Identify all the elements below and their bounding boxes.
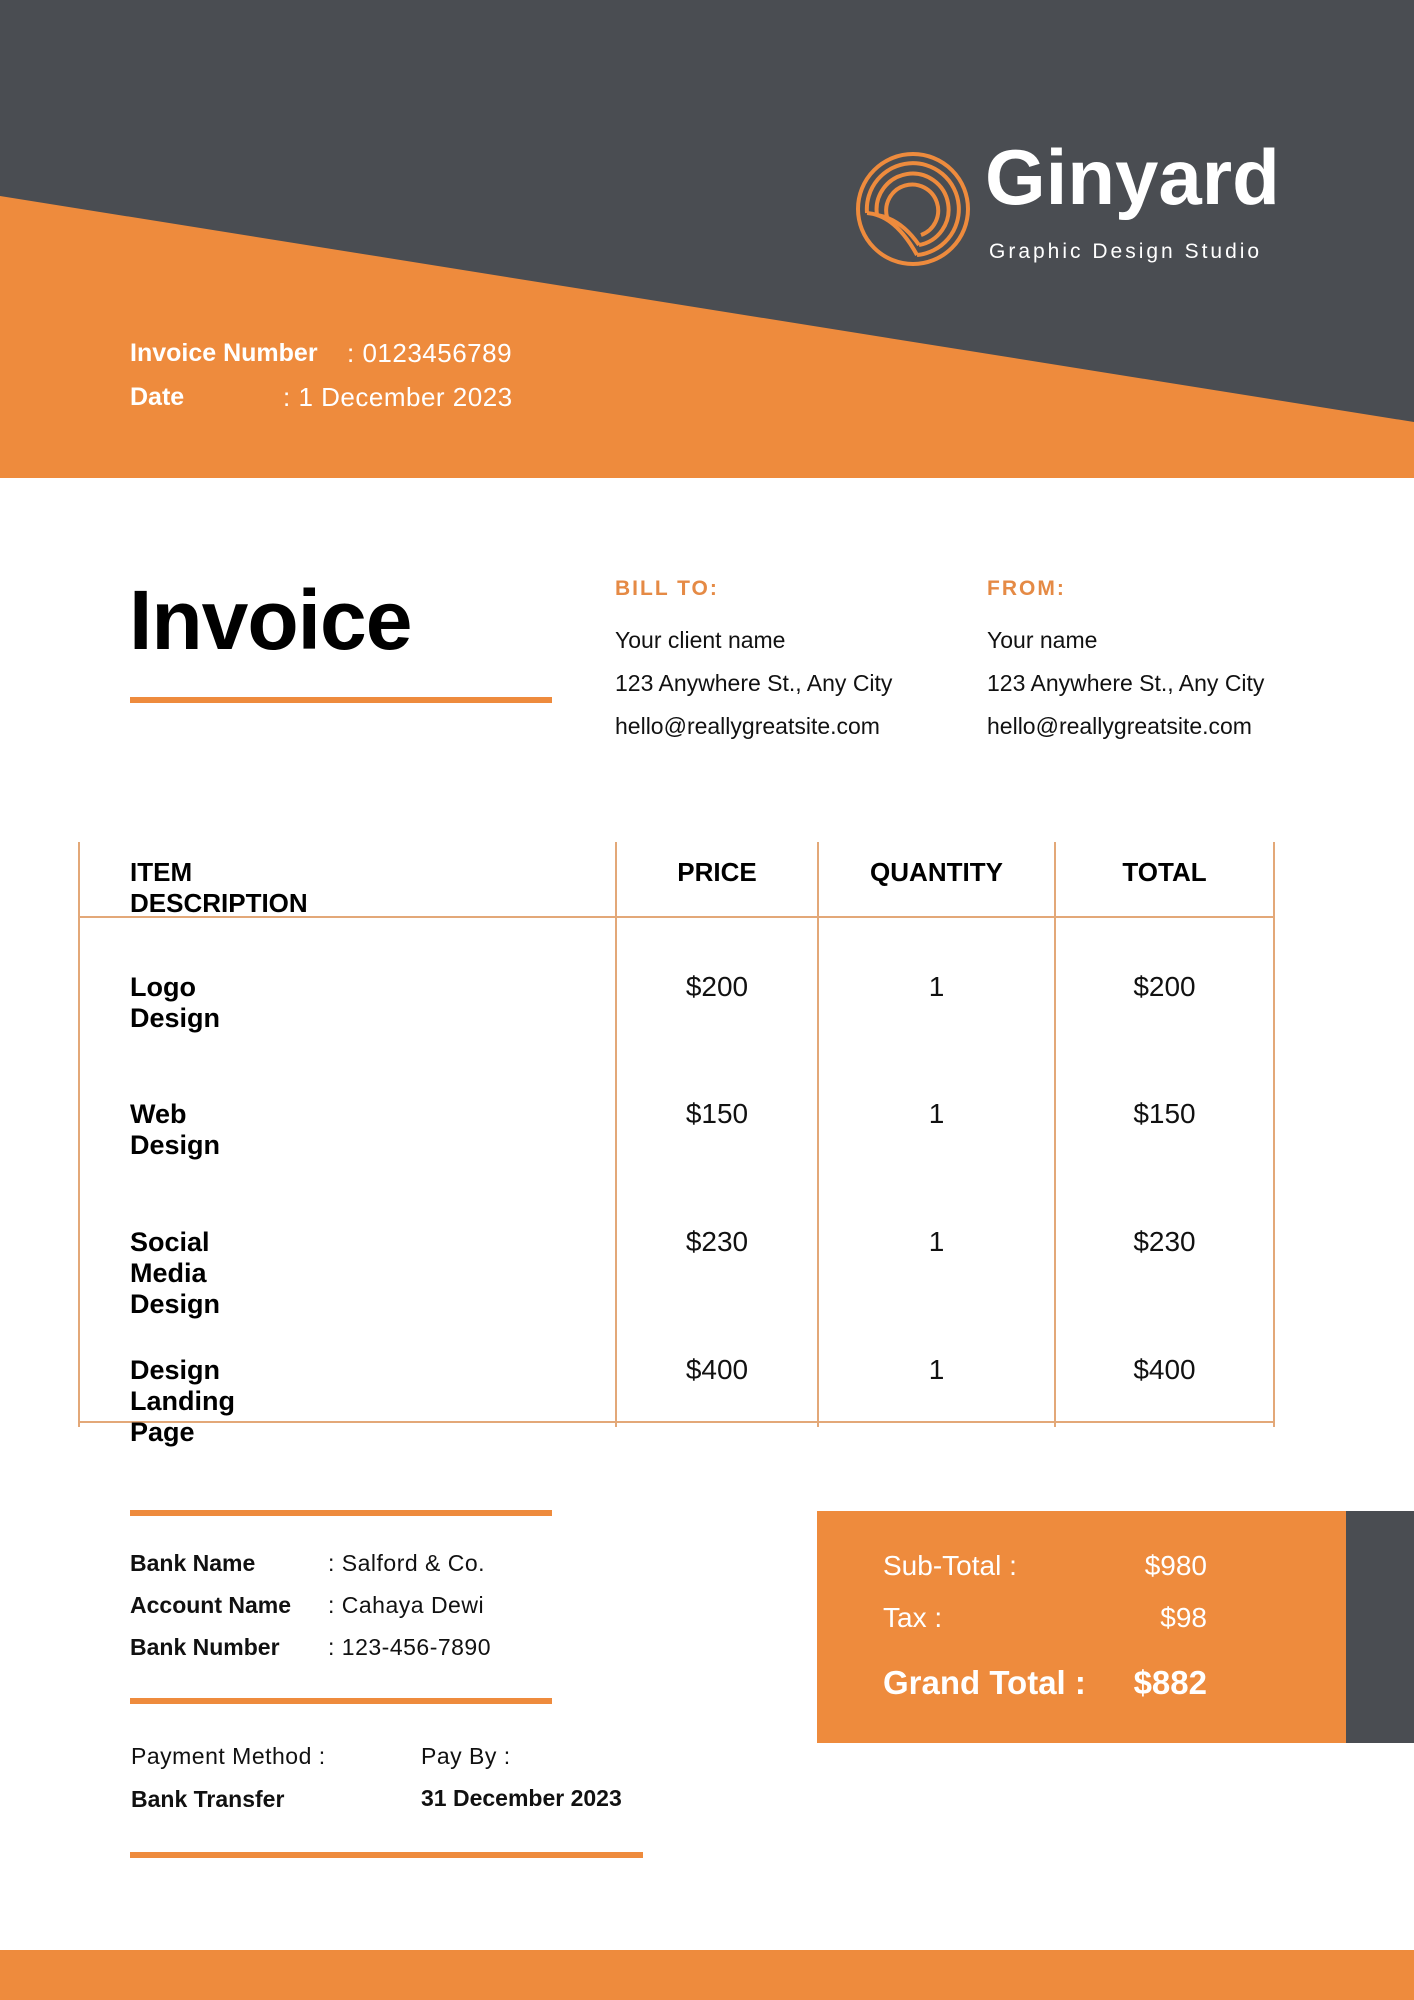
from-address: 123 Anywhere St., Any City	[987, 670, 1265, 696]
bank-bottom-rule	[130, 1698, 552, 1704]
row-total: $150	[1133, 1098, 1196, 1129]
subtotal-label: Sub-Total :	[883, 1550, 1017, 1581]
row-description: Logo Design	[130, 972, 221, 1033]
bank-name-value: : Salford & Co.	[328, 1550, 486, 1576]
concentric-arcs-icon	[856, 152, 970, 266]
row-quantity: 1	[928, 971, 945, 1002]
row-description: Web Design	[130, 1099, 221, 1160]
from-email: hello@reallygreatsite.com	[987, 713, 1252, 739]
table-border-right	[1273, 842, 1275, 1427]
table-divider-total	[1054, 842, 1056, 1427]
bill-to-name: Your client name	[615, 627, 786, 653]
column-header-description: ITEM DESCRIPTION	[130, 857, 308, 918]
header-banner: Ginyard Graphic Design Studio Invoice Nu…	[0, 0, 1414, 478]
bill-to-address: 123 Anywhere St., Any City	[615, 670, 893, 696]
payment-bottom-rule	[130, 1852, 643, 1858]
row-quantity: 1	[928, 1098, 945, 1129]
date-label: Date	[130, 383, 185, 411]
payment-method-label: Payment Method :	[131, 1743, 326, 1769]
row-quantity: 1	[928, 1354, 945, 1385]
row-price: $400	[685, 1354, 749, 1385]
bill-to-heading: BILL TO:	[615, 577, 719, 600]
row-price: $200	[685, 971, 749, 1002]
table-divider-price	[615, 842, 617, 1427]
grand-total-label: Grand Total :	[883, 1664, 1086, 1701]
invoice-number-value: : 0123456789	[347, 338, 513, 368]
row-price: $150	[685, 1098, 749, 1129]
payment-method-value: Bank Transfer	[131, 1786, 285, 1812]
row-quantity: 1	[928, 1226, 945, 1257]
row-description: Design Landing Page	[130, 1355, 235, 1447]
invoice-number-label: Invoice Number	[130, 339, 318, 367]
account-name-label: Account Name	[130, 1592, 292, 1618]
tax-value: $98	[1160, 1602, 1207, 1633]
row-total: $400	[1133, 1354, 1196, 1385]
row-description: Social Media Design	[130, 1227, 221, 1319]
row-price: $230	[685, 1226, 749, 1257]
footer-bar	[0, 1950, 1414, 2000]
table-bottom-rule	[78, 1421, 1275, 1423]
grand-total-value: $882	[1133, 1664, 1207, 1701]
bank-top-rule	[130, 1510, 552, 1516]
totals-accent-bar	[1346, 1511, 1414, 1743]
account-name-value: : Cahaya Dewi	[328, 1592, 485, 1618]
bank-number-label: Bank Number	[130, 1634, 280, 1660]
bill-to-email: hello@reallygreatsite.com	[615, 713, 880, 739]
bank-number-value: : 123-456-7890	[328, 1634, 492, 1660]
column-header-quantity: QUANTITY	[870, 857, 1003, 887]
subtotal-value: $980	[1144, 1550, 1207, 1581]
column-header-price: PRICE	[677, 857, 757, 887]
from-name: Your name	[987, 627, 1098, 653]
pay-by-value: 31 December 2023	[421, 1785, 622, 1811]
date-value: : 1 December 2023	[283, 382, 513, 412]
page-title: Invoice	[129, 573, 412, 667]
pay-by-label: Pay By :	[421, 1743, 511, 1769]
title-underline	[130, 697, 552, 703]
table-divider-quantity	[817, 842, 819, 1427]
brand-name: Ginyard	[985, 133, 1280, 221]
header-background	[0, 0, 1414, 478]
row-total: $200	[1133, 971, 1196, 1002]
from-heading: FROM:	[987, 577, 1066, 600]
tax-label: Tax :	[883, 1602, 943, 1633]
table-border-left	[78, 842, 80, 1427]
row-total: $230	[1133, 1226, 1196, 1257]
bank-name-label: Bank Name	[130, 1550, 256, 1576]
brand-tagline: Graphic Design Studio	[989, 240, 1263, 263]
column-header-total: TOTAL	[1122, 857, 1207, 887]
